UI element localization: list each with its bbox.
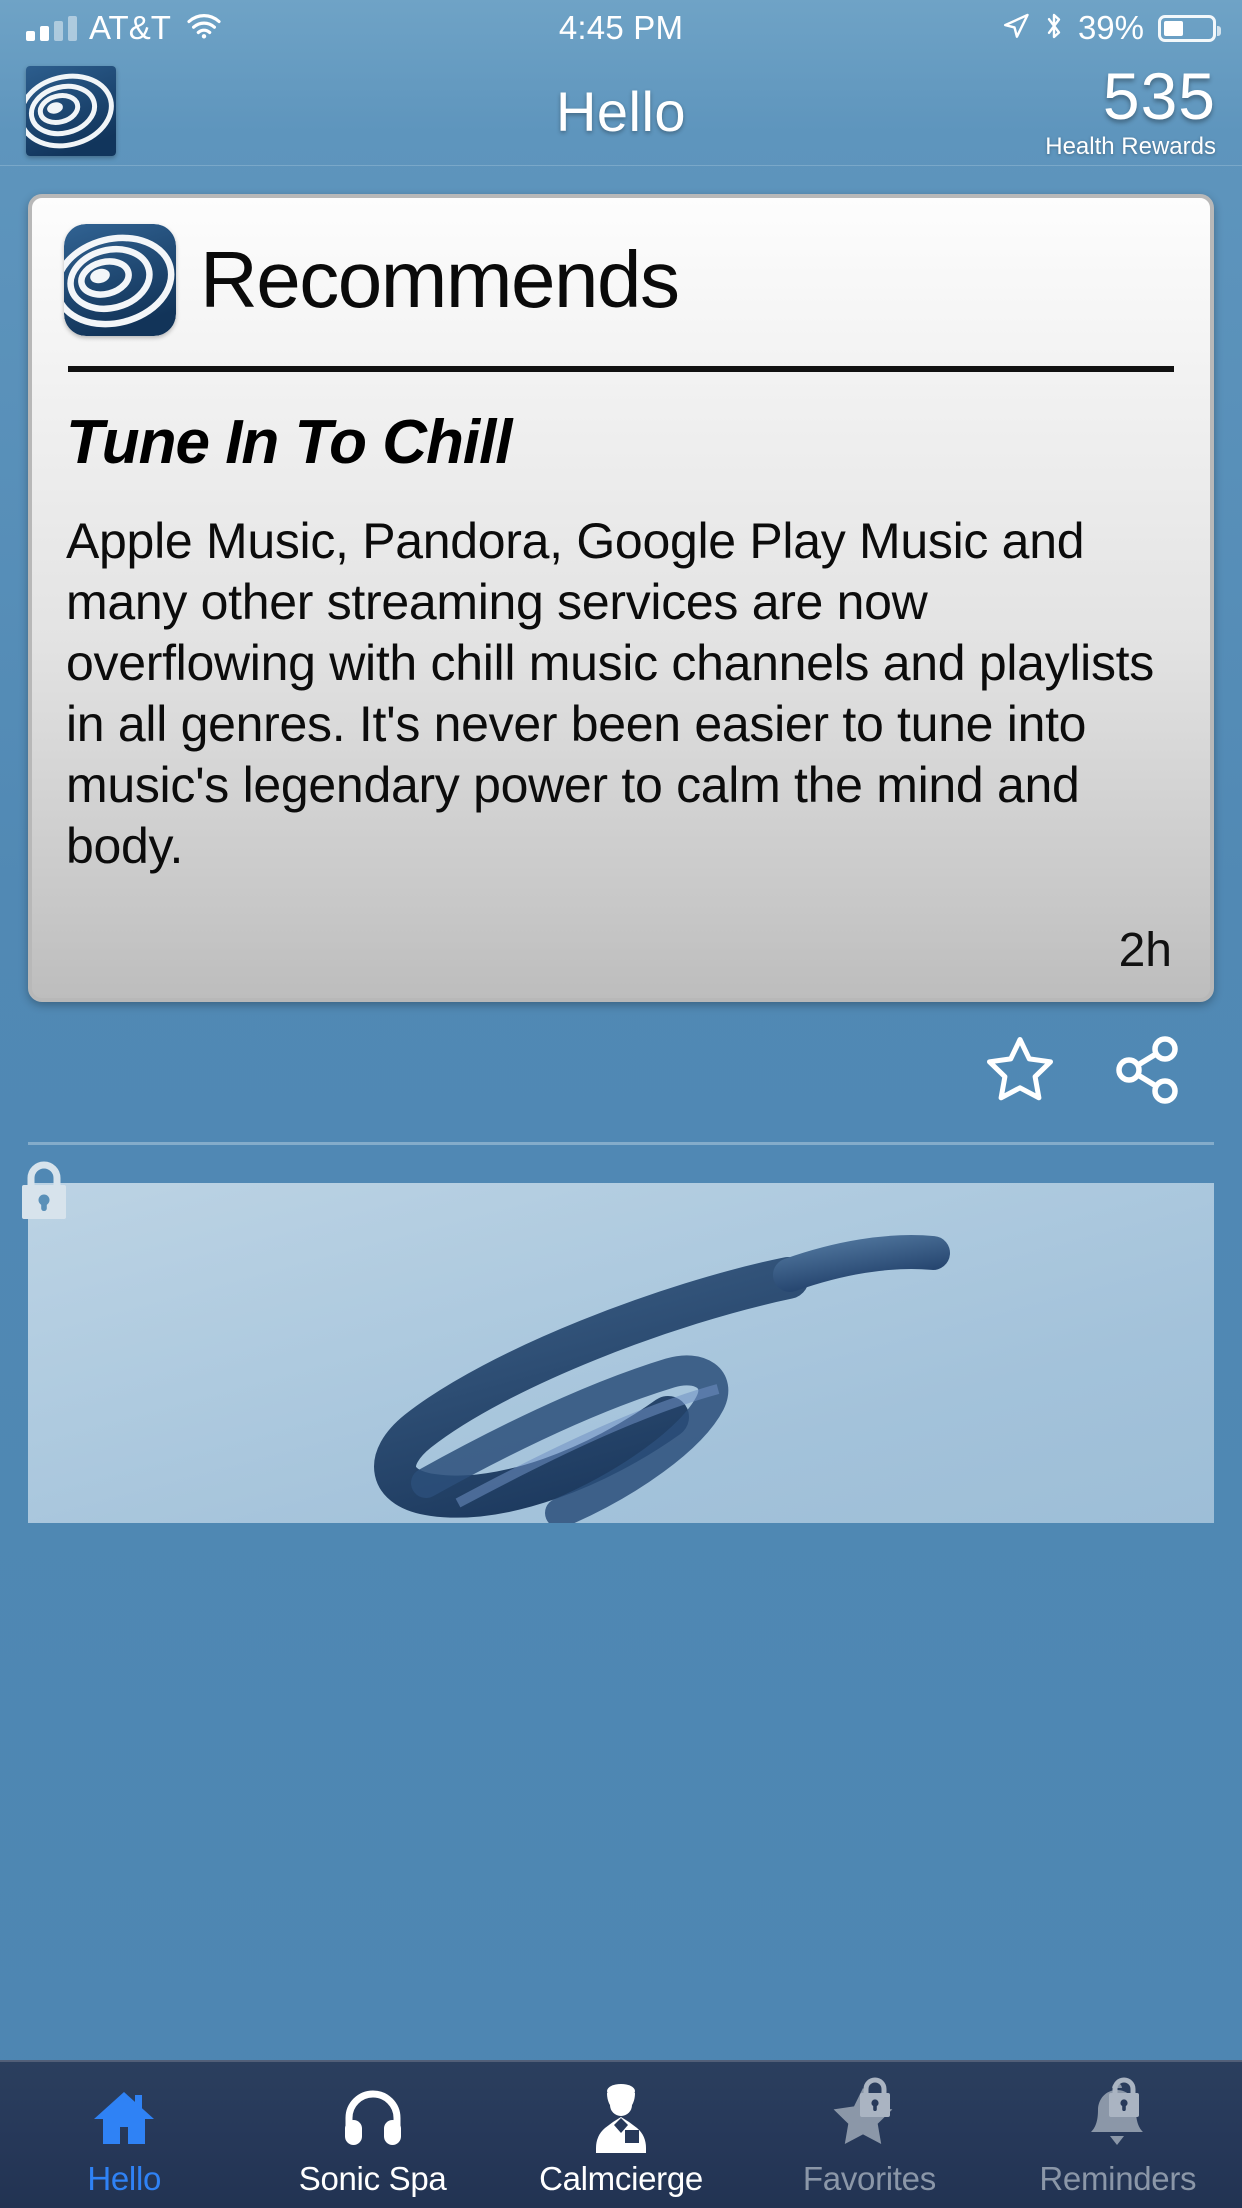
nav-bar: Hello 535 Health Rewards: [0, 56, 1242, 166]
card-timestamp: 2h: [1118, 924, 1172, 978]
locked-media-card[interactable]: [22, 1161, 1214, 1524]
tab-label: Hello: [87, 2159, 162, 2197]
bell-icon: [1082, 2077, 1154, 2154]
battery-icon: [1158, 14, 1221, 42]
bluetooth-icon: [1044, 11, 1064, 46]
card-headline: Tune In To Chill: [66, 408, 513, 477]
card-header: Recommends: [64, 224, 1178, 336]
health-rewards-widget[interactable]: 535 Health Rewards: [1045, 63, 1216, 159]
page-title: Hello: [555, 79, 687, 143]
lock-icon: [855, 2076, 895, 2118]
carrier-label: AT&T: [89, 9, 171, 46]
status-bar-left: AT&T: [26, 9, 221, 47]
tab-label: Sonic Spa: [298, 2159, 447, 2197]
battery-percent-label: 39%: [1077, 9, 1144, 46]
lock-icon: [14, 1159, 74, 1221]
app-logo-icon[interactable]: [26, 65, 116, 156]
app-root: AT&T 4:45 PM 39% Hello 535 Health Reward…: [0, 0, 1242, 2208]
star-icon: [833, 2077, 905, 2154]
feed-scroll-area[interactable]: Recommends Tune In To Chill Apple Music,…: [0, 166, 1242, 1524]
concierge-icon: [585, 2082, 657, 2154]
status-bar-right: 39%: [1002, 9, 1221, 47]
wifi-icon: [187, 13, 221, 44]
tab-label: Calmcierge: [539, 2159, 703, 2197]
card-brand-title: Recommends: [200, 235, 680, 324]
recommends-card[interactable]: Recommends Tune In To Chill Apple Music,…: [28, 194, 1214, 1003]
tab-reminders[interactable]: Reminders: [994, 2062, 1242, 2208]
rewards-label: Health Rewards: [1045, 132, 1216, 160]
lock-icon: [1104, 2076, 1144, 2118]
location-arrow-icon: [1002, 12, 1030, 45]
home-icon: [88, 2082, 160, 2154]
tab-bar: Hello Sonic Spa Calmcierge Favorites Rem…: [0, 2060, 1242, 2208]
app-logo-icon: [64, 224, 176, 336]
tab-label: Reminders: [1039, 2159, 1197, 2197]
share-nodes-icon[interactable]: [1110, 1032, 1186, 1108]
star-outline-icon[interactable]: [982, 1032, 1058, 1108]
tab-calmcierge[interactable]: Calmcierge: [497, 2062, 745, 2208]
headphones-icon: [337, 2082, 409, 2154]
card-body-text: Apple Music, Pandora, Google Play Music …: [66, 513, 1154, 875]
tab-hello[interactable]: Hello: [0, 2062, 248, 2208]
clock-label: 4:45 PM: [558, 9, 684, 46]
feed-separator: [28, 1142, 1214, 1146]
card-divider: [68, 366, 1174, 372]
rewards-value: 535: [1102, 58, 1216, 133]
signal-bars-icon: [26, 15, 77, 41]
tab-sonic-spa[interactable]: Sonic Spa: [248, 2062, 496, 2208]
tab-favorites[interactable]: Favorites: [745, 2062, 993, 2208]
card-actions: [0, 1002, 1242, 1134]
tab-label: Favorites: [802, 2159, 936, 2197]
status-bar: AT&T 4:45 PM 39%: [0, 0, 1242, 56]
media-image: [28, 1183, 1214, 1524]
